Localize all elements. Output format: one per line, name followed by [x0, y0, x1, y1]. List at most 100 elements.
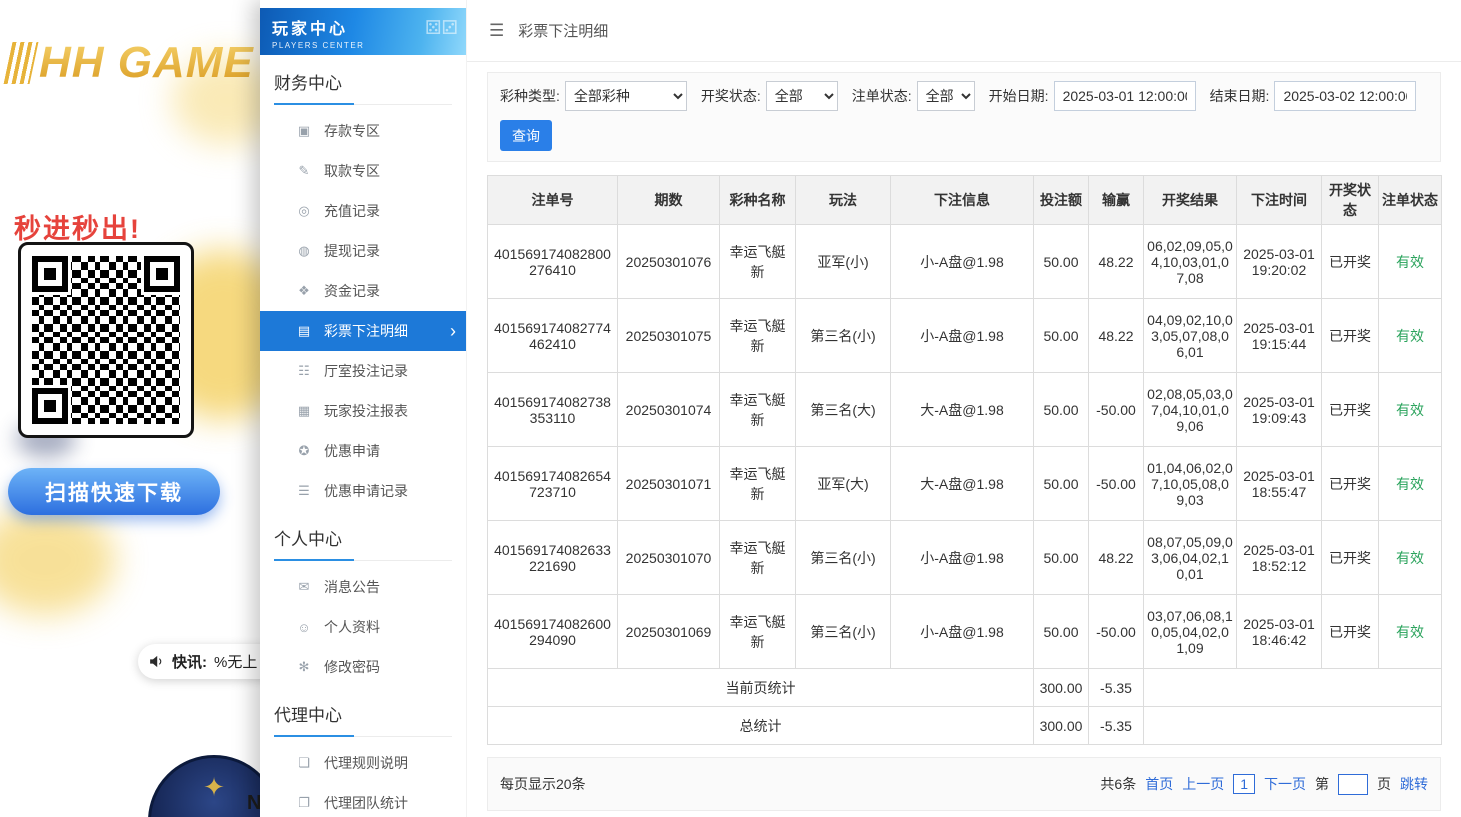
- recharge-record-icon: ◎: [296, 203, 312, 219]
- sidebar-section-agent: 代理中心 ❏ 代理规则说明 › ❐ 代理团队统计 ›: [260, 701, 466, 817]
- bet-row: 401569174082738353110 20250301074 幸运飞艇新 …: [488, 373, 1442, 447]
- sidebar-item-label: 玩家投注报表: [324, 401, 408, 421]
- cell-bet-amount: 50.00: [1034, 447, 1089, 521]
- start-date-input[interactable]: [1054, 81, 1196, 111]
- filter-start-date: 开始日期:: [989, 81, 1196, 111]
- bet-status-select[interactable]: 全部: [917, 81, 975, 111]
- cell-period: 20250301071: [618, 447, 720, 521]
- cell-bet-status: 有效: [1379, 373, 1442, 447]
- sidebar-item-label: 修改密码: [324, 657, 380, 677]
- sidebar-item[interactable]: ✉ 消息公告 ›: [260, 567, 466, 607]
- current-page[interactable]: 1: [1233, 774, 1255, 794]
- jump-button[interactable]: 跳转: [1400, 774, 1428, 794]
- next-page-link[interactable]: 下一页: [1264, 774, 1306, 794]
- cell-bet-time: 2025-03-01 19:15:44: [1237, 299, 1322, 373]
- header-bet-number: 注单号: [488, 176, 618, 225]
- scan-download-button[interactable]: 扫描快速下载: [8, 468, 220, 515]
- ticker-text: %无上: [214, 651, 257, 672]
- qr-pattern: [32, 256, 180, 424]
- prev-page-link[interactable]: 上一页: [1182, 774, 1224, 794]
- search-button[interactable]: 查询: [500, 120, 552, 151]
- header-bet-time: 下注时间: [1237, 176, 1322, 225]
- sidebar-item[interactable]: ✻ 修改密码 ›: [260, 647, 466, 687]
- header-lottery-name: 彩种名称: [720, 176, 796, 225]
- cell-period: 20250301076: [618, 225, 720, 299]
- sidebar-item[interactable]: ✪ 优惠申请 ›: [260, 431, 466, 471]
- jump-page-input[interactable]: [1338, 774, 1368, 795]
- sidebar-item[interactable]: ❖ 资金记录 ›: [260, 271, 466, 311]
- dice-icon: ⚄⚂: [425, 17, 458, 40]
- sidebar-items-agent: ❏ 代理规则说明 › ❐ 代理团队统计 ›: [260, 743, 466, 817]
- sidebar-item[interactable]: ◍ 提现记录 ›: [260, 231, 466, 271]
- cell-play: 亚军(小): [796, 225, 891, 299]
- qr-finder-icon: [144, 256, 180, 292]
- cell-bet-number: 401569174082600294090: [488, 595, 618, 669]
- player-center-panel: 玩家中心 PLAYERS CENTER ⚄⚂ 财务中心 ▣ 存款专区 ›: [260, 0, 1461, 817]
- header-win-loss: 输赢: [1089, 176, 1144, 225]
- hall-bets-icon: ☷: [296, 363, 312, 379]
- cell-draw-result: 06,02,09,05,04,10,03,01,07,08: [1144, 225, 1237, 299]
- sidebar-item[interactable]: ▦ 玩家投注报表 ›: [260, 391, 466, 431]
- first-page-link[interactable]: 首页: [1145, 774, 1173, 794]
- cell-lottery-name: 幸运飞艇新: [720, 595, 796, 669]
- total-summary-row: 总统计 300.00 -5.35: [488, 707, 1442, 745]
- sidebar-item[interactable]: ✎ 取款专区 ›: [260, 151, 466, 191]
- filter-lottery-type: 彩种类型: 全部彩种: [500, 81, 687, 111]
- cell-bet-time: 2025-03-01 19:20:02: [1237, 225, 1322, 299]
- cell-period: 20250301069: [618, 595, 720, 669]
- sidebar-item[interactable]: ◎ 充值记录 ›: [260, 191, 466, 231]
- filter-row: 彩种类型: 全部彩种 开奖状态: 全部 注单状态:: [500, 81, 1428, 111]
- agent-rules-icon: ❏: [296, 755, 312, 771]
- sidebar: 玩家中心 PLAYERS CENTER ⚄⚂ 财务中心 ▣ 存款专区 ›: [260, 0, 467, 817]
- bet-row: 401569174082600294090 20250301069 幸运飞艇新 …: [488, 595, 1442, 669]
- per-page-label: 每页显示20条: [500, 774, 586, 794]
- logo-bars-icon: [4, 42, 39, 84]
- bet-row: 401569174082774462410 20250301075 幸运飞艇新 …: [488, 299, 1442, 373]
- qr-finder-icon: [32, 256, 68, 292]
- end-date-input[interactable]: [1274, 81, 1416, 111]
- header-play: 玩法: [796, 176, 891, 225]
- cell-bet-status: 有效: [1379, 299, 1442, 373]
- draw-status-select[interactable]: 全部: [766, 81, 838, 111]
- total-summary-winloss-total: -5.35: [1089, 707, 1144, 745]
- promo-record-icon: ☰: [296, 483, 312, 499]
- chevron-right-icon: ›: [450, 322, 456, 340]
- sidebar-subtitle: PLAYERS CENTER: [272, 41, 466, 50]
- background-page: HH GAME 秒进秒出! 扫描快速下载 快讯: %无上 ✦ N: [0, 0, 260, 817]
- sidebar-item[interactable]: ❐ 代理团队统计 ›: [260, 783, 466, 817]
- page-summary-row: 当前页统计 300.00 -5.35: [488, 669, 1442, 707]
- cell-bet-status: 有效: [1379, 447, 1442, 521]
- cell-play: 第三名(小): [796, 595, 891, 669]
- menu-icon[interactable]: ☰: [489, 21, 504, 41]
- header-bet-amount: 投注额: [1034, 176, 1089, 225]
- sidebar-item[interactable]: ☺ 个人资料 ›: [260, 607, 466, 647]
- screen: HH GAME 秒进秒出! 扫描快速下载 快讯: %无上 ✦ N: [0, 0, 1461, 817]
- sidebar-item[interactable]: ▣ 存款专区 ›: [260, 111, 466, 151]
- cell-draw-result: 02,08,05,03,07,04,10,01,09,06: [1144, 373, 1237, 447]
- header-draw-status: 开奖状态: [1322, 176, 1379, 225]
- page-summary-empty: [1144, 669, 1442, 707]
- topbar: ☰ 彩票下注明细: [467, 0, 1461, 62]
- header-draw-result: 开奖结果: [1144, 176, 1237, 225]
- jump-page-suffix: 页: [1377, 774, 1391, 794]
- sidebar-item[interactable]: ☷ 厅室投注记录 ›: [260, 351, 466, 391]
- cell-bet-time: 2025-03-01 19:09:43: [1237, 373, 1322, 447]
- sidebar-item[interactable]: ☰ 优惠申请记录 ›: [260, 471, 466, 511]
- cell-lottery-name: 幸运飞艇新: [720, 225, 796, 299]
- bet-row: 401569174082800276410 20250301076 幸运飞艇新 …: [488, 225, 1442, 299]
- cell-bet-info: 大-A盘@1.98: [891, 447, 1034, 521]
- sidebar-item-label: 代理团队统计: [324, 793, 408, 813]
- promo-apply-icon: ✪: [296, 443, 312, 459]
- cell-draw-status: 已开奖: [1322, 447, 1379, 521]
- sidebar-item-label: 资金记录: [324, 281, 380, 301]
- draw-status-label: 开奖状态:: [701, 86, 761, 106]
- filter-end-date: 结束日期:: [1210, 81, 1417, 111]
- cell-bet-info: 小-A盘@1.98: [891, 299, 1034, 373]
- lottery-type-select[interactable]: 全部彩种: [565, 81, 687, 111]
- sidebar-item-label: 优惠申请记录: [324, 481, 408, 501]
- sidebar-item[interactable]: ❏ 代理规则说明 ›: [260, 743, 466, 783]
- sidebar-item[interactable]: ▤ 彩票下注明细 ›: [260, 311, 466, 351]
- bet-row: 401569174082633221690 20250301070 幸运飞艇新 …: [488, 521, 1442, 595]
- cell-bet-number: 401569174082633221690: [488, 521, 618, 595]
- section-title-agent: 代理中心: [274, 701, 452, 737]
